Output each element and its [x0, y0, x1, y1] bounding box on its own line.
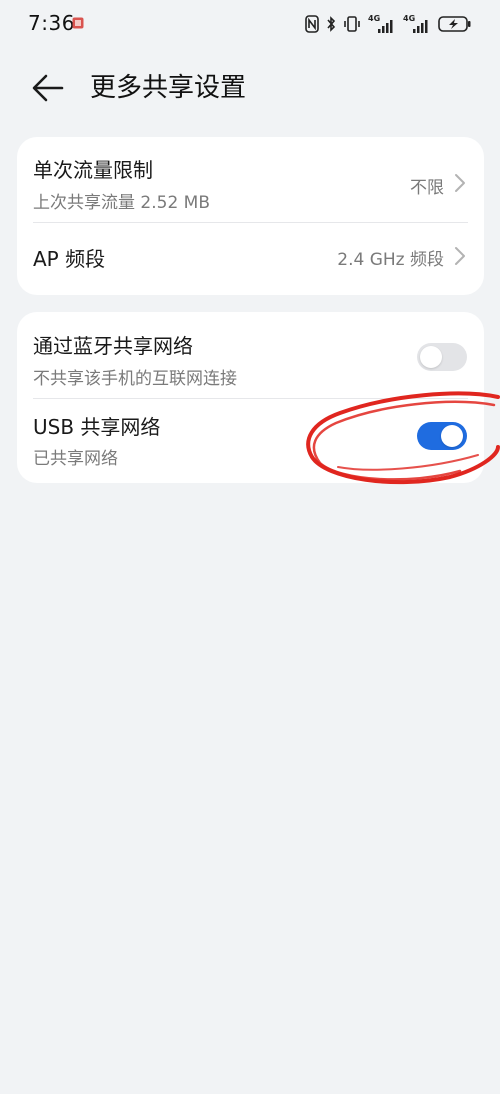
usb-tethering-title: USB 共享网络	[33, 415, 161, 439]
battery-charging-icon	[438, 16, 471, 32]
ap-band-title: AP 频段	[33, 247, 106, 271]
settings-card-limits: 单次流量限制 上次共享流量 2.52 MB 不限 AP 频段 2.4 GHz 频…	[17, 137, 484, 295]
usb-tethering-subtitle: 已共享网络	[33, 449, 118, 469]
signal-bars-icon	[413, 20, 428, 33]
data-limit-subtitle: 上次共享流量 2.52 MB	[33, 193, 210, 213]
vibrate-icon	[344, 16, 360, 32]
signal-2: 4G	[403, 14, 431, 34]
chevron-right-icon	[455, 247, 465, 265]
settings-card-sharing: 通过蓝牙共享网络 不共享该手机的互联网连接 USB 共享网络 已共享网络	[17, 312, 484, 483]
usb-tethering-row: USB 共享网络 已共享网络	[17, 399, 484, 483]
bluetooth-icon	[327, 16, 336, 32]
bluetooth-tethering-toggle[interactable]	[417, 343, 467, 371]
data-limit-row[interactable]: 单次流量限制 上次共享流量 2.52 MB 不限	[17, 137, 484, 221]
status-time: 7:36	[28, 11, 75, 35]
page-title: 更多共享设置	[90, 73, 247, 103]
bluetooth-tethering-title: 通过蓝牙共享网络	[33, 334, 193, 358]
ap-band-row[interactable]: AP 频段 2.4 GHz 频段	[17, 223, 484, 295]
bluetooth-tethering-row: 通过蓝牙共享网络 不共享该手机的互联网连接	[17, 312, 484, 398]
toggle-knob	[441, 425, 463, 447]
bluetooth-tethering-subtitle: 不共享该手机的互联网连接	[33, 369, 237, 389]
status-bar: 7:36 4G 4G	[0, 0, 500, 46]
data-limit-title: 单次流量限制	[33, 158, 153, 182]
data-limit-value: 不限	[410, 178, 444, 198]
signal-bars-icon	[378, 20, 393, 33]
chevron-right-icon	[455, 174, 465, 192]
status-icons: 4G 4G	[305, 13, 472, 35]
usb-tethering-toggle[interactable]	[417, 422, 467, 450]
back-arrow-icon[interactable]	[26, 70, 66, 106]
signal-1: 4G	[368, 14, 396, 34]
notification-icon	[72, 17, 84, 29]
nfc-icon	[305, 15, 319, 33]
page-header: 更多共享设置	[0, 58, 500, 120]
ap-band-value: 2.4 GHz 频段	[337, 250, 444, 270]
toggle-knob	[420, 346, 442, 368]
